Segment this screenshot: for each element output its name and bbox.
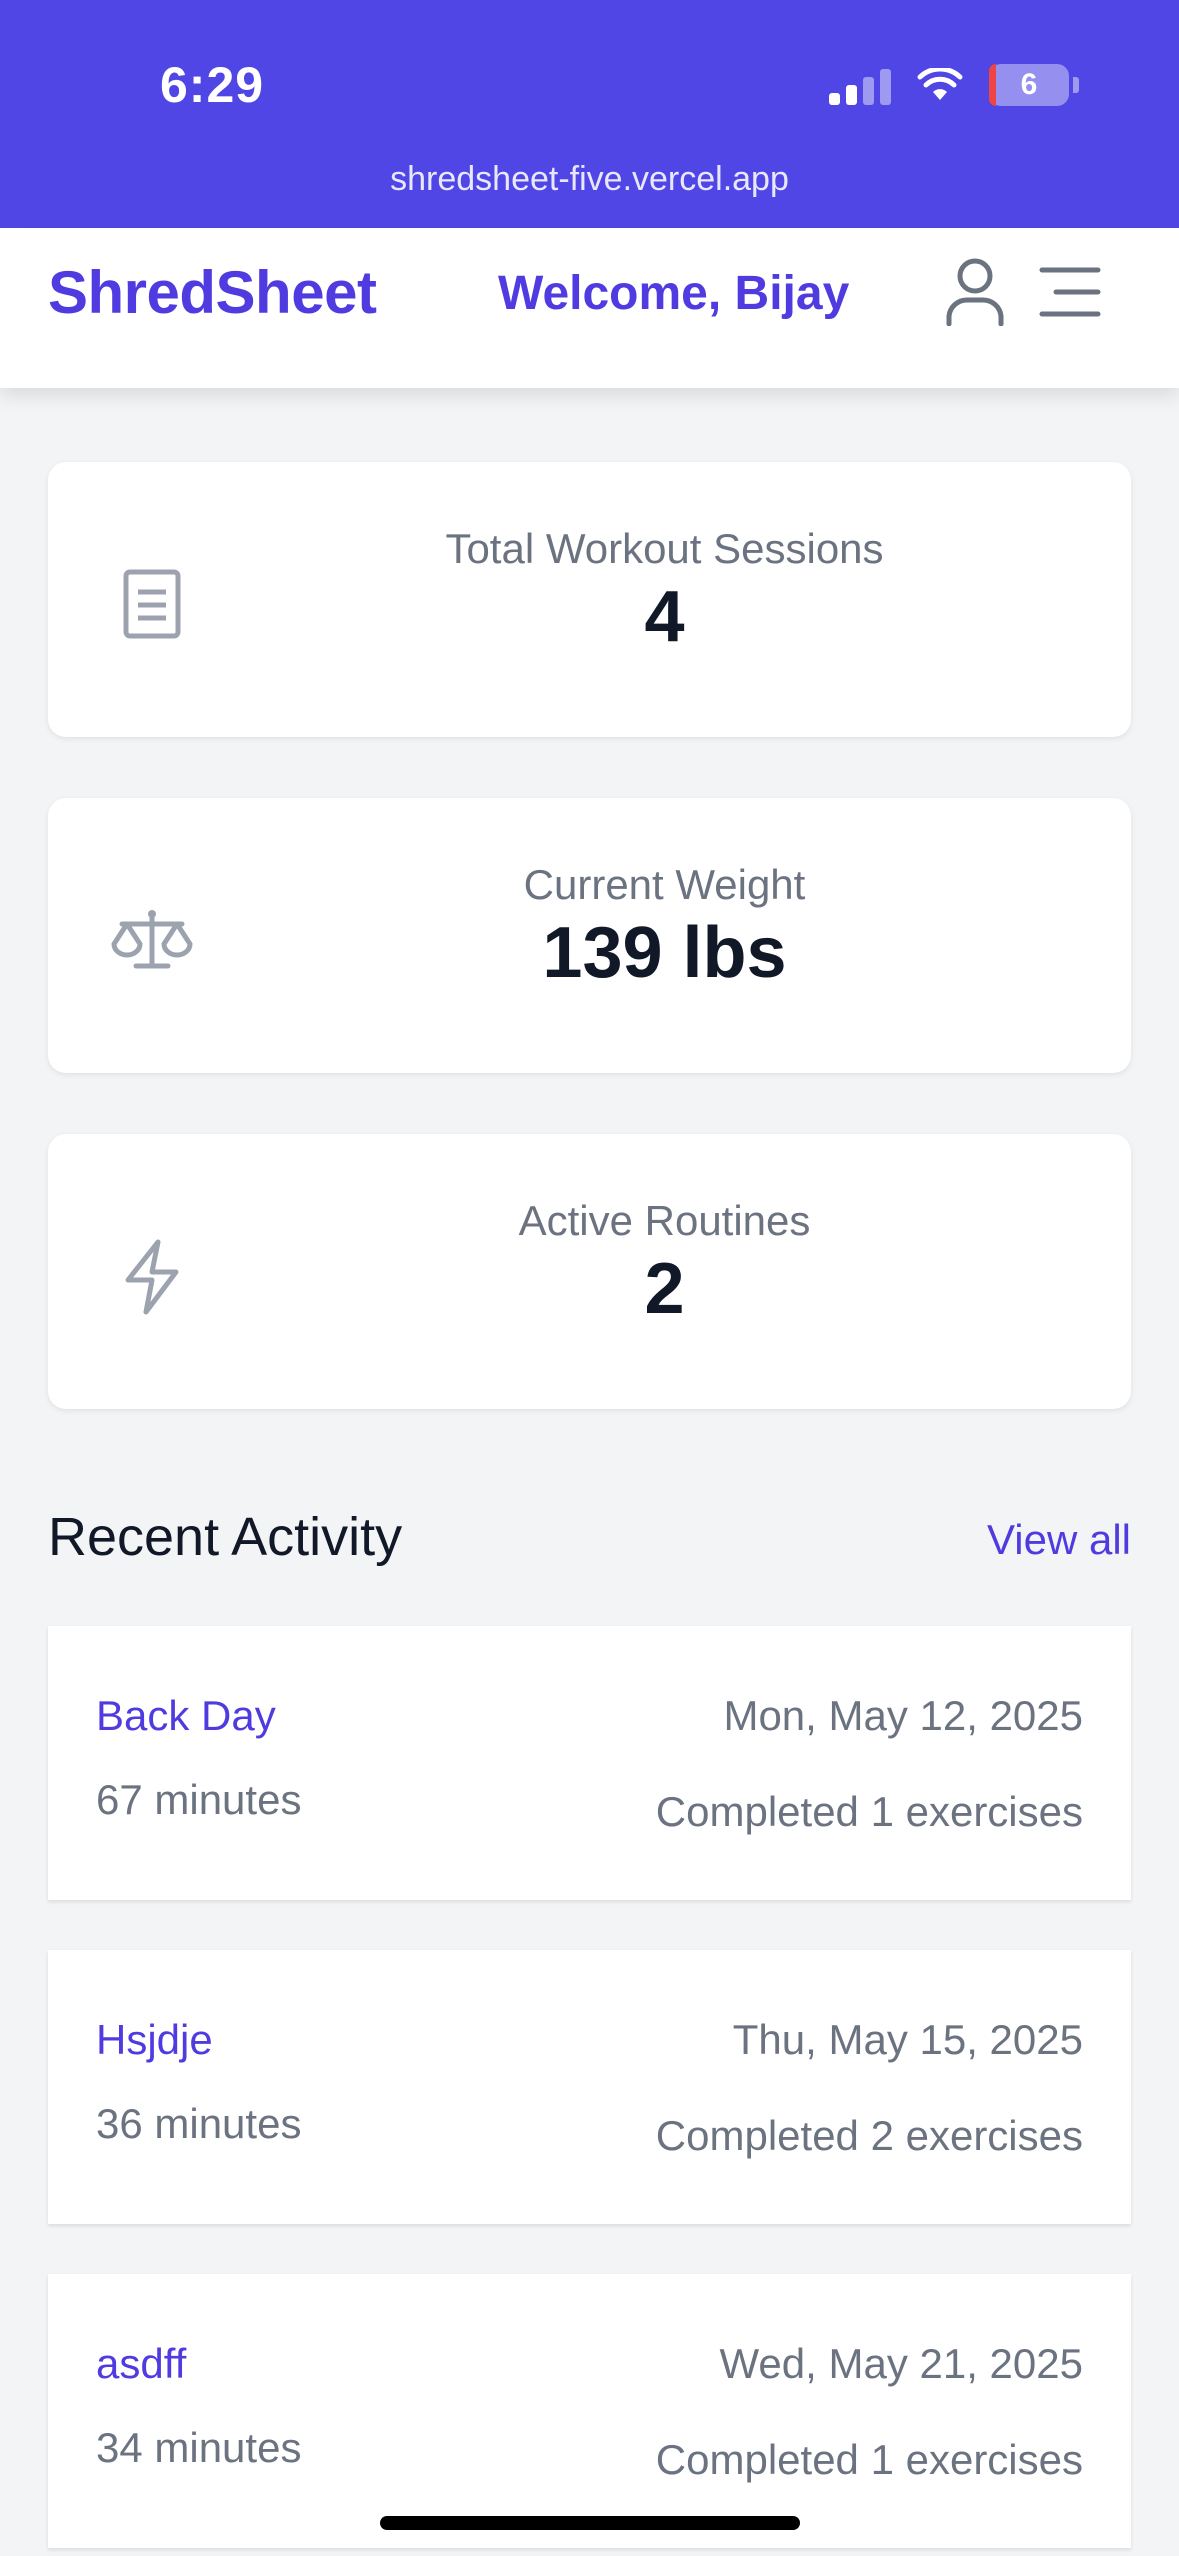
- status-icons: 6: [829, 64, 1079, 106]
- stat-text: Total Workout Sessions 4: [198, 524, 1131, 659]
- bolt-icon: [125, 1239, 179, 1315]
- activity-item[interactable]: Hsjdje 36 minutes Thu, May 15, 2025 Comp…: [48, 1950, 1131, 2224]
- wifi-icon: [917, 68, 963, 100]
- activity-name[interactable]: asdff: [96, 2340, 186, 2388]
- menu-icon[interactable]: [1038, 264, 1102, 320]
- cellular-signal-icon: [829, 65, 891, 105]
- activity-completed: Completed 1 exercises: [655, 2436, 1083, 2483]
- stat-value: 2: [644, 1249, 685, 1330]
- home-indicator[interactable]: [380, 2516, 800, 2530]
- activity-duration: 67 minutes: [96, 1776, 302, 1823]
- battery-nub: [1073, 77, 1079, 93]
- activity-item[interactable]: asdff 34 minutes Wed, May 21, 2025 Compl…: [48, 2274, 1131, 2548]
- battery-icon: 6: [989, 64, 1069, 106]
- battery-level: 6: [1020, 68, 1038, 101]
- activity-date: Mon, May 12, 2025: [723, 1692, 1083, 1739]
- activity-name[interactable]: Hsjdje: [96, 2016, 213, 2064]
- activity-completed: Completed 1 exercises: [655, 1788, 1083, 1835]
- stat-label: Total Workout Sessions: [445, 525, 884, 572]
- activity-date: Thu, May 15, 2025: [732, 2016, 1083, 2063]
- document-icon: [123, 569, 181, 639]
- stat-label: Current Weight: [523, 861, 806, 908]
- scale-icon: [111, 910, 193, 969]
- user-icon[interactable]: [944, 256, 1006, 326]
- stat-card-active-routines: Active Routines 2: [48, 1134, 1131, 1409]
- url-bar[interactable]: shredsheet-five.vercel.app: [0, 160, 1179, 199]
- brand-logo[interactable]: ShredSheet: [48, 258, 377, 327]
- activity-duration: 36 minutes: [96, 2100, 302, 2147]
- stat-card-current-weight: Current Weight 139 lbs: [48, 798, 1131, 1073]
- stat-card-workout-sessions: Total Workout Sessions 4: [48, 462, 1131, 737]
- recent-activity-title: Recent Activity: [48, 1507, 403, 1567]
- stat-value: 4: [644, 577, 685, 658]
- navbar: ShredSheet Welcome, Bijay: [0, 228, 1179, 388]
- activity-item[interactable]: Back Day 67 minutes Mon, May 12, 2025 Co…: [48, 1626, 1131, 1900]
- stat-label: Active Routines: [518, 1197, 811, 1244]
- activity-name[interactable]: Back Day: [96, 1692, 276, 1740]
- stat-value: 139 lbs: [542, 913, 787, 994]
- activity-duration: 34 minutes: [96, 2424, 302, 2471]
- welcome-text: Welcome, Bijay: [498, 267, 850, 320]
- activity-date: Wed, May 21, 2025: [719, 2340, 1083, 2387]
- status-bar: 6:29 6 shredsheet-five.vercel.app: [0, 0, 1179, 228]
- stat-text: Current Weight 139 lbs: [198, 860, 1131, 995]
- activity-completed: Completed 2 exercises: [655, 2112, 1083, 2159]
- status-time: 6:29: [160, 57, 265, 113]
- view-all-link[interactable]: View all: [987, 1516, 1131, 1564]
- stat-text: Active Routines 2: [198, 1196, 1131, 1331]
